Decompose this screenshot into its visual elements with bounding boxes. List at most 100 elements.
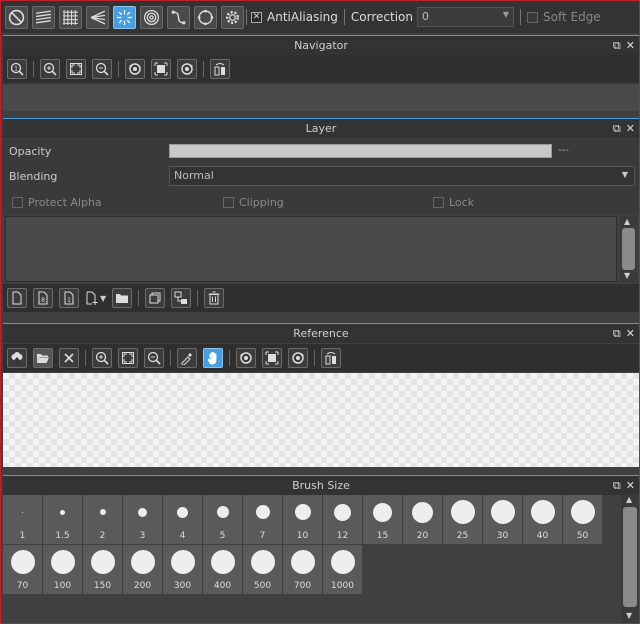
eyedropper-button[interactable] <box>177 348 197 368</box>
new-1bit-layer-button[interactable]: 1 <box>59 288 79 308</box>
reference-panel-header: Reference ⧉ ✕ <box>3 323 639 343</box>
navigator-preview[interactable] <box>3 85 639 111</box>
radial-lines-button[interactable] <box>113 5 136 29</box>
delete-layer-button[interactable] <box>204 288 225 308</box>
protect-alpha-checkbox[interactable] <box>12 197 23 208</box>
scroll-down-icon[interactable]: ▼ <box>626 611 632 620</box>
rotate-right-button[interactable] <box>177 59 197 79</box>
brush-size-cell[interactable]: 40 <box>523 495 562 544</box>
brush-dot-icon <box>130 550 155 574</box>
grid-button[interactable] <box>59 5 82 29</box>
zoom-out-button[interactable] <box>144 348 164 368</box>
brush-size-cell[interactable]: 25 <box>443 495 482 544</box>
brush-size-cell[interactable]: 1.5 <box>43 495 82 544</box>
new-layer-button[interactable] <box>7 288 27 308</box>
circle-button[interactable] <box>194 5 217 29</box>
undock-icon[interactable]: ⧉ <box>613 36 621 56</box>
close-icon[interactable]: ✕ <box>626 119 635 139</box>
undock-icon[interactable]: ⧉ <box>613 476 621 496</box>
brush-size-cell[interactable]: 70 <box>3 545 42 594</box>
soft-edge-checkbox[interactable] <box>527 11 538 23</box>
close-icon[interactable]: ✕ <box>626 324 635 344</box>
brush-size-cell[interactable]: 5 <box>203 495 242 544</box>
divider <box>33 61 34 77</box>
merge-layer-button[interactable] <box>171 288 192 308</box>
zoom-in-button[interactable] <box>40 59 60 79</box>
scroll-up-icon[interactable]: ▲ <box>626 495 632 504</box>
scroll-down-icon[interactable]: ▼ <box>624 271 630 280</box>
zoom-in-button[interactable] <box>92 348 112 368</box>
close-icon[interactable]: ✕ <box>626 476 635 496</box>
antialiasing-checkbox[interactable]: ✕ <box>251 11 262 23</box>
brush-size-cell[interactable]: 100 <box>43 545 82 594</box>
brush-size-cell[interactable]: 12 <box>323 495 362 544</box>
zoom-out-button[interactable] <box>92 59 112 79</box>
brush-size-label: 12 <box>336 531 349 541</box>
rotate-left-button[interactable] <box>125 59 145 79</box>
fit-to-window-button[interactable] <box>118 348 138 368</box>
undock-icon[interactable]: ⧉ <box>613 119 621 139</box>
fit-to-window-button[interactable] <box>66 59 86 79</box>
opacity-slider[interactable] <box>169 144 552 158</box>
toolbar-divider <box>246 9 247 25</box>
layer-list[interactable] <box>5 216 617 282</box>
brush-size-cell[interactable]: 2 <box>83 495 122 544</box>
scroll-up-icon[interactable]: ▲ <box>624 217 630 226</box>
brush-size-cell[interactable]: 3 <box>123 495 162 544</box>
brush-size-cell[interactable]: 1 <box>3 495 42 544</box>
parallel-lines-button[interactable] <box>32 5 55 29</box>
load-image-button[interactable] <box>7 348 27 368</box>
close-reference-button[interactable] <box>59 348 79 368</box>
clipping-checkbox[interactable] <box>223 197 234 208</box>
brush-size-cell[interactable]: 150 <box>83 545 122 594</box>
hand-button[interactable] <box>203 348 223 368</box>
undock-icon[interactable]: ⧉ <box>613 324 621 344</box>
concentric-circles-button[interactable] <box>140 5 163 29</box>
scrollbar-thumb[interactable] <box>622 228 635 270</box>
correction-select[interactable]: 0 ▼ <box>417 7 514 27</box>
open-reference-button[interactable] <box>33 348 53 368</box>
svg-text:1: 1 <box>14 66 18 73</box>
actual-size-button[interactable]: 1 <box>7 59 27 79</box>
lock-checkbox[interactable] <box>433 197 444 208</box>
reference-canvas[interactable] <box>3 373 639 467</box>
brush-size-cell[interactable]: 200 <box>123 545 162 594</box>
brush-size-cell[interactable]: 1000 <box>323 545 362 594</box>
curve-button[interactable] <box>167 5 190 29</box>
flip-button[interactable] <box>210 59 230 79</box>
brush-size-cell[interactable]: 15 <box>363 495 402 544</box>
brush-size-cell[interactable]: 300 <box>163 545 202 594</box>
brush-size-cell[interactable]: 20 <box>403 495 442 544</box>
brush-size-scrollbar[interactable]: ▲ ▼ <box>621 495 639 623</box>
brush-size-cell[interactable]: 7 <box>243 495 282 544</box>
brush-dot-icon <box>99 509 106 515</box>
close-icon[interactable]: ✕ <box>626 36 635 56</box>
flip-button[interactable] <box>321 348 341 368</box>
lock-label: Lock <box>449 196 475 209</box>
brush-size-cell[interactable]: 700 <box>283 545 322 594</box>
add-layer-menu-button[interactable]: ▼ <box>85 291 106 305</box>
rotate-left-icon <box>129 63 141 75</box>
rotate-left-button[interactable] <box>236 348 256 368</box>
blending-select[interactable]: Normal ▼ <box>169 166 635 186</box>
rotate-right-button[interactable] <box>288 348 308 368</box>
no-symmetry-button[interactable] <box>5 5 28 29</box>
brush-size-cell[interactable]: 30 <box>483 495 522 544</box>
new-8bit-layer-button[interactable]: 8 <box>33 288 53 308</box>
brush-size-cell[interactable]: 10 <box>283 495 322 544</box>
brush-preview-area <box>3 545 42 579</box>
brush-size-cell[interactable]: 50 <box>563 495 602 544</box>
reset-rotation-button[interactable] <box>262 348 282 368</box>
perspective-button[interactable] <box>86 5 109 29</box>
brush-size-cell[interactable]: 500 <box>243 545 282 594</box>
layer-list-scrollbar[interactable]: ▲ ▼ <box>620 216 637 282</box>
duplicate-layer-button[interactable] <box>145 288 166 308</box>
brush-size-cell[interactable]: 400 <box>203 545 242 594</box>
reset-rotation-button[interactable] <box>151 59 171 79</box>
divider <box>229 350 230 366</box>
brush-size-cell[interactable]: 4 <box>163 495 202 544</box>
zoom-in-icon <box>43 62 57 76</box>
settings-button[interactable] <box>221 5 244 29</box>
new-folder-button[interactable] <box>112 288 133 308</box>
scrollbar-thumb[interactable] <box>623 507 637 607</box>
